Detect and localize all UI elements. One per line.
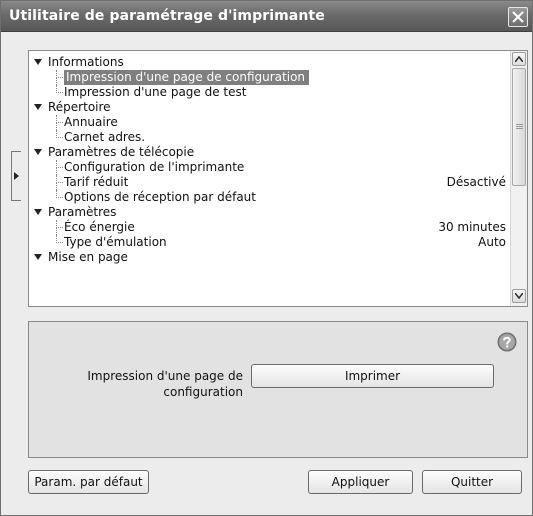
tree-item-label: Tarif réduit <box>64 175 129 189</box>
tree-item[interactable]: Configuration de l'imprimante <box>29 160 510 175</box>
detail-action-label: Impression d'une page de configuration <box>87 369 243 399</box>
tree-connector <box>56 167 57 175</box>
tree-item-label: Impression d'une page de configuration <box>64 70 310 85</box>
tree-item-value: Désactivé <box>446 175 506 189</box>
detail-panel: Impression d'une page de configuration I… <box>28 321 528 458</box>
tree-item-value: Auto <box>478 235 506 249</box>
tree-item-label: Type d'émulation <box>64 235 167 249</box>
chevron-up-icon <box>515 56 523 62</box>
tree-item-label: Annuaire <box>64 115 118 129</box>
tree-connector <box>56 85 63 93</box>
tree-connector <box>56 70 63 78</box>
tree-connector <box>56 115 63 123</box>
tree-item-label: Impression d'une page de test <box>64 85 247 99</box>
tree-item[interactable]: Type d'émulation Auto <box>29 235 510 250</box>
title-bar[interactable]: Utilitaire de paramétrage d'imprimante <box>1 1 532 32</box>
scroll-grip <box>516 124 523 125</box>
close-icon <box>512 11 524 23</box>
scroll-down-button[interactable] <box>512 289 526 303</box>
print-button[interactable]: Imprimer <box>251 364 494 388</box>
tree-connector <box>56 227 57 235</box>
settings-tree: Informations Impression d'une page de con… <box>28 50 528 307</box>
tree-item-label: Options de réception par défaut <box>64 190 256 204</box>
tree-connector <box>56 130 63 138</box>
tree-item[interactable]: Éco énergie 30 minutes <box>29 220 510 235</box>
tree-item[interactable]: Impression d'une page de configuration <box>29 70 510 85</box>
default-settings-button[interactable]: Param. par défaut <box>28 470 149 494</box>
tree-connector <box>56 175 63 183</box>
tree-item-label: Paramètres <box>48 205 117 219</box>
tree-item[interactable]: Annuaire <box>29 115 510 130</box>
tree-connector <box>56 160 63 168</box>
tree-scrollbar[interactable] <box>510 51 527 306</box>
expand-triangle-icon[interactable] <box>34 104 42 110</box>
tree-item-label: Paramètres de télécopie <box>48 145 195 159</box>
tree-item-label: Carnet adres. <box>64 130 146 144</box>
tree-connector <box>56 77 57 85</box>
tree-item-value: 30 minutes <box>438 220 506 234</box>
help-icon[interactable] <box>497 332 517 352</box>
expand-triangle-icon[interactable] <box>34 254 42 260</box>
apply-button[interactable]: Appliquer <box>308 470 413 494</box>
quit-button[interactable]: Quitter <box>422 470 522 494</box>
tree-item-label: Configuration de l'imprimante <box>64 160 245 174</box>
tree-connector <box>56 190 63 198</box>
tree-connector <box>56 235 63 243</box>
tree-item-label: Répertoire <box>48 100 111 114</box>
chevron-down-icon <box>515 293 523 299</box>
scroll-up-button[interactable] <box>512 52 526 66</box>
tree-connector <box>56 122 57 130</box>
tree-category[interactable]: Paramètres <box>29 205 510 220</box>
tree-item-label: Mise en page <box>48 250 128 264</box>
tree-item[interactable]: Tarif réduit Désactivé <box>29 175 510 190</box>
tree-item-label: Informations <box>48 55 124 69</box>
tree-item-label: Éco énergie <box>64 220 135 234</box>
close-button[interactable] <box>508 7 528 27</box>
tree-category[interactable]: Mise en page <box>29 250 510 265</box>
settings-utility-window: Utilitaire de paramétrage d'imprimante I… <box>0 0 533 516</box>
window-title: Utilitaire de paramétrage d'imprimante <box>9 8 325 24</box>
tree-connector <box>56 220 63 228</box>
tree-item[interactable]: Impression d'une page de test <box>29 85 510 100</box>
tree-connector <box>56 182 57 190</box>
expand-triangle-icon[interactable] <box>34 209 42 215</box>
side-panel-toggle[interactable] <box>11 151 21 201</box>
expand-triangle-icon[interactable] <box>34 149 42 155</box>
tree-content: Informations Impression d'une page de con… <box>29 55 510 265</box>
tree-item[interactable]: Options de réception par défaut <box>29 190 510 205</box>
scroll-thumb[interactable] <box>512 68 526 186</box>
tree-category[interactable]: Paramètres de télécopie <box>29 145 510 160</box>
tree-category[interactable]: Répertoire <box>29 100 510 115</box>
tree-item[interactable]: Carnet adres. <box>29 130 510 145</box>
chevron-right-icon <box>14 172 19 180</box>
tree-category[interactable]: Informations <box>29 55 510 70</box>
expand-triangle-icon[interactable] <box>34 59 42 65</box>
